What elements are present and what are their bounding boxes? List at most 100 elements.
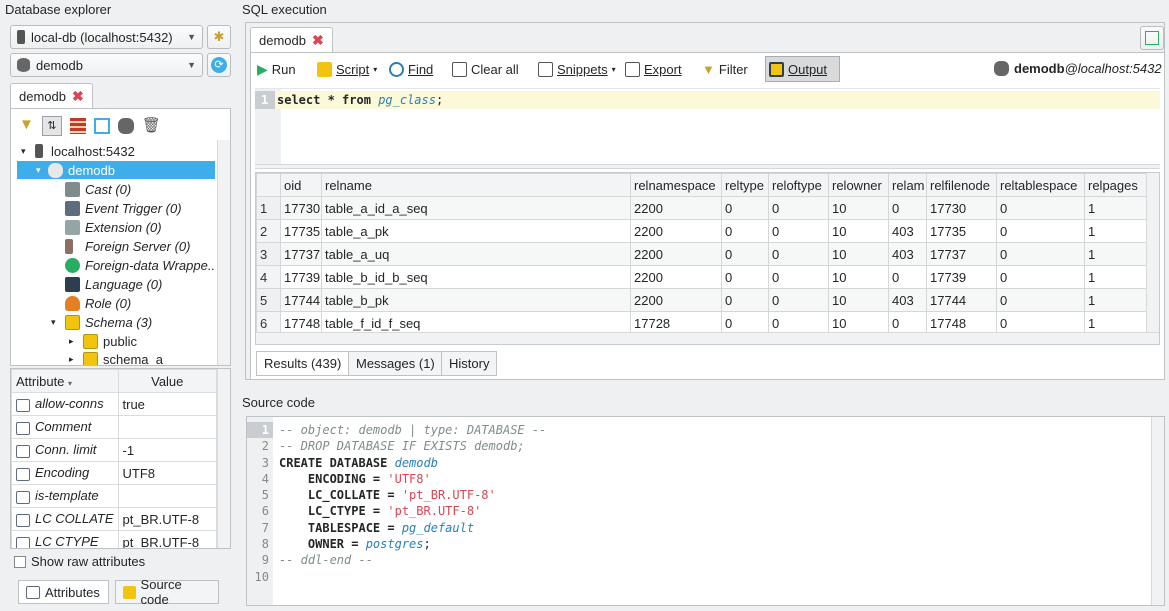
- row-number[interactable]: 5: [256, 288, 281, 312]
- sql-tab-demodb[interactable]: demodb ✖: [250, 27, 333, 53]
- column-header[interactable]: reltablespace: [996, 173, 1085, 197]
- table-cell[interactable]: 403: [888, 219, 927, 243]
- table-cell[interactable]: 403: [888, 288, 927, 312]
- tree-item-schema-a[interactable]: ▸ schema_a: [69, 350, 163, 365]
- row-number[interactable]: 2: [256, 219, 281, 243]
- tree-item-role[interactable]: Role (0): [65, 294, 131, 312]
- table-cell[interactable]: 2200: [630, 265, 722, 289]
- tree-item-foreign-server[interactable]: Foreign Server (0): [65, 237, 190, 255]
- tree-item-public[interactable]: ▸ public: [69, 332, 137, 350]
- table-cell[interactable]: 10: [828, 196, 889, 220]
- tree-item-database[interactable]: ▾ demodb: [17, 161, 215, 179]
- table-cell[interactable]: 0: [768, 196, 829, 220]
- table-cell[interactable]: 0: [768, 265, 829, 289]
- table-row[interactable]: 3 17737 table_a_uq 2200 0 0 10 403 17737 0 1: [256, 242, 1147, 266]
- source-scrollbar[interactable]: [1151, 417, 1164, 605]
- column-header[interactable]: relowner: [828, 173, 889, 197]
- table-cell[interactable]: table_a_pk: [321, 219, 631, 243]
- table-cell[interactable]: table_b_id_b_seq: [321, 265, 631, 289]
- table-cell[interactable]: 17735: [926, 219, 997, 243]
- refresh-button[interactable]: ⟳: [207, 53, 231, 77]
- table-cell[interactable]: table_a_uq: [321, 242, 631, 266]
- table-cell[interactable]: 10: [828, 265, 889, 289]
- table-cell[interactable]: 17737: [280, 242, 322, 266]
- table-cell[interactable]: 2200: [630, 196, 722, 220]
- close-icon[interactable]: ✖: [312, 32, 324, 49]
- column-header[interactable]: relfilenode: [926, 173, 997, 197]
- tree-item-language[interactable]: Language (0): [65, 275, 162, 293]
- attr-row[interactable]: Conn. limit -1: [11, 438, 218, 462]
- table-row[interactable]: 5 17744 table_b_pk 2200 0 0 10 403 17744 0 1: [256, 288, 1147, 312]
- table-cell[interactable]: 0: [996, 242, 1085, 266]
- table-cell[interactable]: 0: [721, 219, 769, 243]
- row-number[interactable]: 1: [256, 196, 281, 220]
- results-vscrollbar[interactable]: [1146, 173, 1159, 333]
- table-cell[interactable]: 0: [996, 288, 1085, 312]
- show-raw-checkbox[interactable]: [14, 555, 26, 568]
- table-cell[interactable]: 17744: [926, 288, 997, 312]
- table-cell[interactable]: 0: [768, 219, 829, 243]
- table-cell[interactable]: 17730: [280, 196, 322, 220]
- table-cell[interactable]: 1: [1084, 242, 1147, 266]
- explorer-tab-demodb[interactable]: demodb ✖: [10, 83, 93, 109]
- attr-row[interactable]: LC CTYPE pt_BR.UTF-8: [11, 530, 218, 548]
- query-text[interactable]: select * from pg_class;: [277, 93, 443, 107]
- table-cell[interactable]: 0: [888, 196, 927, 220]
- export-button[interactable]: Export: [622, 57, 685, 81]
- table-cell[interactable]: 17735: [280, 219, 322, 243]
- configure-connections-button[interactable]: ✱: [207, 25, 231, 49]
- table-cell[interactable]: 0: [721, 242, 769, 266]
- source-code-editor[interactable]: 1 2 3 4 5 6 7 8 9 10 -- object: demodb |…: [246, 416, 1165, 606]
- table-cell[interactable]: table_b_pk: [321, 288, 631, 312]
- table-cell[interactable]: 10: [828, 288, 889, 312]
- attr-col-attribute[interactable]: Attribute ▾: [11, 369, 119, 393]
- grid-icon[interactable]: [69, 118, 86, 134]
- table-cell[interactable]: 0: [721, 196, 769, 220]
- table-cell[interactable]: 10: [828, 219, 889, 243]
- tree-scrollbar[interactable]: [217, 140, 230, 365]
- table-cell[interactable]: 0: [768, 242, 829, 266]
- table-cell[interactable]: 0: [996, 196, 1085, 220]
- script-button[interactable]: Script ▾: [314, 57, 380, 81]
- column-header[interactable]: relpages: [1084, 173, 1147, 197]
- attr-row[interactable]: LC COLLATE pt_BR.UTF-8: [11, 507, 218, 531]
- tree-item-schema[interactable]: ▾ Schema (3): [51, 313, 152, 331]
- table-cell[interactable]: 0: [996, 265, 1085, 289]
- run-button[interactable]: ▶ Run: [254, 57, 299, 81]
- tree-item-server[interactable]: ▾ localhost:5432: [21, 142, 135, 160]
- new-object-icon[interactable]: [93, 118, 110, 134]
- column-header[interactable]: reloftype: [768, 173, 829, 197]
- table-cell[interactable]: 0: [721, 265, 769, 289]
- output-toggle-button[interactable]: Output: [765, 56, 840, 82]
- table-cell[interactable]: 0: [888, 265, 927, 289]
- sql-editor[interactable]: 1 select * from pg_class;: [255, 88, 1160, 164]
- table-cell[interactable]: 0: [768, 288, 829, 312]
- show-raw-attributes[interactable]: Show raw attributes: [14, 554, 145, 569]
- table-row[interactable]: 4 17739 table_b_id_b_seq 2200 0 0 10 0 17739 0 1: [256, 265, 1147, 289]
- row-number[interactable]: 4: [256, 265, 281, 289]
- source-code-tab-button[interactable]: Source code: [115, 577, 219, 607]
- table-cell[interactable]: 1: [1084, 219, 1147, 243]
- table-cell[interactable]: 17730: [926, 196, 997, 220]
- table-cell[interactable]: 10: [828, 242, 889, 266]
- table-cell[interactable]: 17739: [926, 265, 997, 289]
- database-select[interactable]: demodb ▼: [10, 53, 203, 77]
- tree-item-cast[interactable]: Cast (0): [65, 180, 131, 198]
- attributes-scrollbar[interactable]: [217, 369, 230, 548]
- column-header[interactable]: reltype: [721, 173, 769, 197]
- table-cell[interactable]: 2200: [630, 242, 722, 266]
- table-cell[interactable]: 0: [721, 288, 769, 312]
- table-cell[interactable]: 1: [1084, 288, 1147, 312]
- table-cell[interactable]: 1: [1084, 265, 1147, 289]
- attr-row[interactable]: is-template: [11, 484, 218, 508]
- attr-col-value[interactable]: Value: [117, 369, 218, 393]
- tree-item-extension[interactable]: Extension (0): [65, 218, 162, 236]
- table-row[interactable]: 1 17730 table_a_id_a_seq 2200 0 0 10 0 17730 0 1: [256, 196, 1147, 220]
- trash-icon[interactable]: 🗑: [142, 116, 161, 136]
- row-number[interactable]: 3: [256, 242, 281, 266]
- results-tab[interactable]: Results (439): [256, 351, 350, 376]
- table-cell[interactable]: 17744: [280, 288, 322, 312]
- history-tab[interactable]: History: [441, 351, 498, 376]
- table-cell[interactable]: 2200: [630, 288, 722, 312]
- tree-item-fdw[interactable]: Foreign-data Wrappe...: [65, 256, 215, 274]
